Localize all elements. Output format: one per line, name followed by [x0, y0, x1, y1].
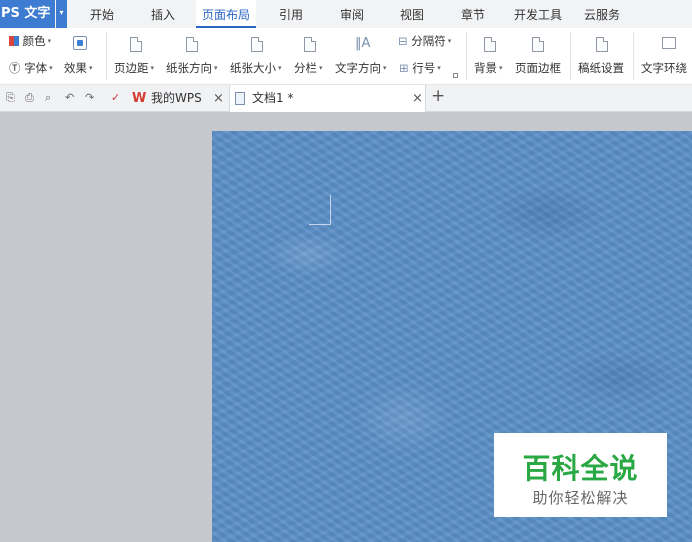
wps-logo-icon: W	[132, 91, 147, 106]
line-numbers-icon: ⊞	[399, 61, 409, 75]
page-border-button[interactable]: 页面边框	[515, 60, 561, 76]
document-tabs-bar: ⎘ ⎙ ⌕ ↶ ↷ ✓ W 我的WPS × 文档1 * × +	[0, 85, 692, 113]
watermark-subtitle: 助你轻松解决	[532, 489, 629, 507]
separator	[106, 32, 107, 80]
text-direction-label: 文字方向	[335, 61, 381, 75]
tab-document-1[interactable]: 文档1 * ×	[229, 85, 426, 113]
columns-label: 分栏	[294, 61, 317, 75]
theme-font-label: 字体	[24, 61, 48, 75]
paper-size-icon	[251, 37, 263, 52]
theme-color-label: 颜色	[22, 34, 46, 48]
theme-color-button[interactable]: 颜色 ▾	[9, 33, 51, 49]
tab-insert[interactable]: 插入	[141, 0, 185, 28]
tab-developer[interactable]: 开发工具	[508, 0, 568, 28]
tab-references[interactable]: 引用	[269, 0, 313, 28]
close-document-1-icon[interactable]: ×	[412, 85, 423, 112]
new-tab-button[interactable]: +	[431, 86, 445, 106]
line-numbers-label: 行号	[412, 61, 436, 75]
separator	[633, 32, 634, 80]
theme-icon	[77, 40, 83, 46]
pin-icon[interactable]: ✓	[111, 91, 120, 104]
page-border-icon	[532, 37, 544, 52]
page-border-label: 页面边框	[515, 61, 561, 75]
theme-effect-button[interactable]: 效果 ▾	[64, 60, 93, 76]
undo-icon[interactable]: ↶	[65, 91, 74, 104]
document-icon	[235, 92, 245, 105]
tab-my-wps[interactable]: W 我的WPS ×	[125, 85, 228, 112]
print-preview-icon[interactable]: ⌕	[45, 91, 51, 105]
tab-view[interactable]: 视图	[390, 0, 434, 28]
manuscript-label: 稿纸设置	[578, 61, 624, 75]
text-wrap-icon	[662, 37, 676, 49]
orientation-icon	[186, 37, 198, 52]
text-wrap-button[interactable]: 文字环绕	[641, 60, 687, 76]
margins-button[interactable]: 页边距 ▾	[114, 60, 154, 76]
tab-chapter[interactable]: 章节	[451, 0, 495, 28]
close-my-wps-icon[interactable]: ×	[213, 85, 224, 112]
watermark-title: 百科全说	[522, 452, 639, 485]
theme-effect-label: 效果	[64, 61, 87, 75]
text-direction-button[interactable]: 文字方向 ▾	[335, 60, 387, 76]
font-circle-icon: Ⓣ	[9, 61, 21, 75]
paper-size-label: 纸张大小	[230, 61, 276, 75]
manuscript-button[interactable]: 稿纸设置	[578, 60, 624, 76]
page-setup-launcher-icon[interactable]	[453, 73, 458, 78]
separator	[466, 32, 467, 80]
tab-page-layout[interactable]: 页面布局	[196, 0, 256, 28]
breaks-icon: ⊟	[398, 34, 408, 48]
orientation-button[interactable]: 纸张方向 ▾	[166, 60, 218, 76]
paper-size-button[interactable]: 纸张大小 ▾	[230, 60, 282, 76]
margin-corner-marker	[309, 195, 331, 225]
margins-icon	[130, 37, 142, 52]
separator	[570, 32, 571, 80]
color-grid-icon	[9, 36, 19, 46]
tab-my-wps-label: 我的WPS	[151, 91, 202, 105]
tab-review[interactable]: 审阅	[330, 0, 374, 28]
tab-cloud[interactable]: 云服务	[578, 0, 626, 28]
breaks-label: 分隔符	[411, 34, 446, 48]
margins-label: 页边距	[114, 61, 149, 75]
app-menu-button[interactable]: PS 文字	[0, 0, 55, 28]
new-doc-icon[interactable]: ⎘	[6, 91, 15, 105]
background-label: 背景	[474, 61, 497, 75]
background-icon	[484, 37, 496, 52]
print-icon[interactable]: ⎙	[25, 91, 34, 105]
redo-icon[interactable]: ↷	[85, 91, 94, 104]
theme-button[interactable]	[73, 36, 87, 50]
background-button[interactable]: 背景 ▾	[474, 60, 503, 76]
ribbon-toolbar: 颜色 ▾ Ⓣ 字体 ▾ 效果 ▾ 页边距 ▾ 纸张方向 ▾ 纸张大小 ▾ 分栏 ▾ ‖A 文字…	[0, 28, 692, 85]
text-direction-icon: ‖A	[355, 36, 371, 51]
watermark-badge: 百科全说 助你轻松解决	[494, 433, 667, 517]
orientation-label: 纸张方向	[166, 61, 212, 75]
manuscript-icon	[596, 37, 608, 52]
columns-button[interactable]: 分栏 ▾	[294, 60, 323, 76]
app-menu-dropdown-icon[interactable]: ▾	[56, 0, 67, 28]
theme-font-button[interactable]: Ⓣ 字体 ▾	[9, 60, 53, 76]
menu-bar: PS 文字 ▾ 开始 插入 页面布局 引用 审阅 视图 章节 开发工具 云服务	[0, 0, 692, 28]
line-numbers-button[interactable]: ⊞ 行号 ▾	[399, 60, 441, 76]
breaks-button[interactable]: ⊟ 分隔符 ▾	[398, 33, 451, 49]
columns-icon	[304, 37, 316, 52]
tab-document-1-label: 文档1 *	[252, 91, 294, 105]
tab-start[interactable]: 开始	[80, 0, 124, 28]
text-wrap-label: 文字环绕	[641, 61, 687, 75]
